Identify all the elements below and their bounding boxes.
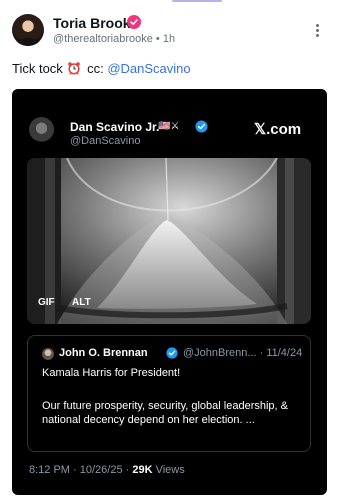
author-meta: @therealtoriabrooke • 1h xyxy=(53,33,175,45)
quote-text-body: Our future prosperity, security, global … xyxy=(42,400,288,426)
quoted-post[interactable]: John O. Brennan @JohnBrenn... · 11/4/24 … xyxy=(27,335,311,452)
more-options-icon[interactable] xyxy=(314,24,320,40)
gif-label: GIF xyxy=(38,297,55,308)
x-com-label[interactable]: 𝕏.com xyxy=(254,120,301,138)
quote-verified-icon xyxy=(166,347,178,359)
views-count: 29K xyxy=(132,464,153,476)
post-card: Toria Brooke @therealtoriabrooke • 1h Ti… xyxy=(0,0,339,500)
embed-footer: 8:12 PM · 10/26/25 · 29K Views xyxy=(29,464,185,476)
post-text-cc: cc: xyxy=(87,61,104,76)
embed-verified-icon xyxy=(195,120,208,133)
embed-timestamp[interactable]: 8:12 PM · 10/26/25 · xyxy=(29,464,132,476)
quote-author-name[interactable]: John O. Brennan xyxy=(59,347,148,359)
alt-text-button[interactable]: ALT xyxy=(72,297,91,308)
quote-text-line1: Kamala Harris for President! xyxy=(42,367,181,379)
meta-separator: • xyxy=(155,33,160,45)
hourglass-gif[interactable] xyxy=(27,158,311,324)
post-text-start: Tick tock xyxy=(12,61,63,76)
author-avatar[interactable] xyxy=(12,14,44,46)
mention-link[interactable]: @DanScavino xyxy=(107,61,190,76)
quote-meta: @JohnBrenn... · 11/4/24 xyxy=(183,347,303,359)
post-time[interactable]: 1h xyxy=(163,33,175,45)
quote-author-avatar[interactable] xyxy=(42,348,54,360)
embed-author-flags: 🇺🇸⚔ xyxy=(158,121,180,132)
author-handle[interactable]: @therealtoriabrooke xyxy=(53,33,153,45)
alarm-clock-icon xyxy=(68,62,81,75)
author-name[interactable]: Toria Brooke xyxy=(53,15,138,31)
verified-badge-icon xyxy=(127,15,141,29)
embed-author-handle[interactable]: @DanScavino xyxy=(70,135,140,147)
post-text: Tick tock cc: @DanScavino xyxy=(12,61,191,76)
views-label: Views xyxy=(152,464,185,476)
embedded-post[interactable]: Dan Scavino Jr. 🇺🇸⚔ @DanScavino 𝕏.com GI… xyxy=(12,89,327,495)
embed-author-avatar[interactable] xyxy=(29,117,54,142)
embed-author-name[interactable]: Dan Scavino Jr. xyxy=(70,120,159,134)
